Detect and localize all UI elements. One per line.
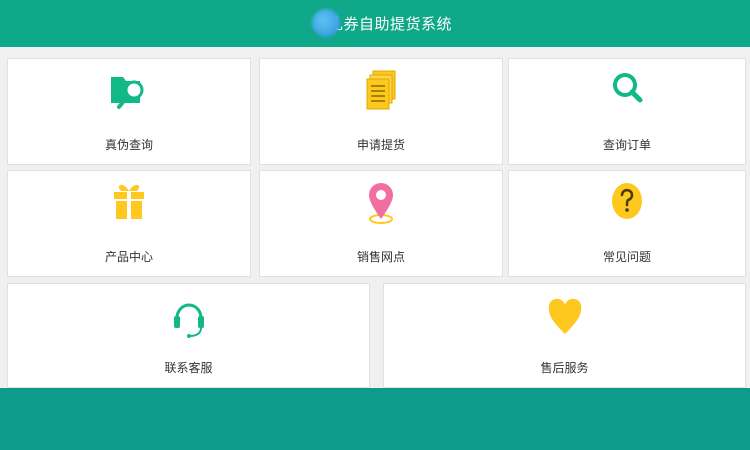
tile-apply-pickup[interactable]: 申请提货 [259, 58, 503, 165]
tile-faq[interactable]: 常见问题 [508, 170, 746, 277]
tile-sales-outlets[interactable]: 销售网点 [259, 170, 503, 277]
tile-label: 常见问题 [602, 250, 651, 264]
tile-label: 产品中心 [104, 250, 153, 264]
tile-authenticity-check[interactable]: 真伪查询 [7, 58, 251, 165]
tile-after-sales[interactable]: 售后服务 [383, 283, 746, 388]
tile-customer-service[interactable]: 联系客服 [7, 283, 370, 388]
tile-label: 真伪查询 [104, 138, 153, 152]
footer-bar [0, 388, 750, 450]
tile-product-center[interactable]: 产品中心 [7, 170, 251, 277]
search-icon [613, 73, 643, 103]
folder-search-icon [111, 77, 144, 109]
logo-icon [312, 9, 340, 37]
location-pin-icon [369, 183, 393, 224]
app-header: 礼券自助提货系统 [0, 0, 750, 47]
tile-label: 售后服务 [540, 361, 589, 375]
documents-icon [366, 70, 396, 110]
question-icon [612, 183, 642, 219]
page-title: 礼券自助提货系统 [327, 15, 452, 33]
headset-icon [173, 303, 204, 338]
tile-label: 联系客服 [164, 361, 213, 375]
tile-label: 申请提货 [356, 138, 405, 152]
tile-order-query[interactable]: 查询订单 [508, 58, 746, 165]
tile-label: 查询订单 [602, 138, 651, 152]
heart-icon [548, 298, 581, 334]
tile-label: 销售网点 [356, 250, 405, 264]
gift-icon [114, 184, 144, 219]
